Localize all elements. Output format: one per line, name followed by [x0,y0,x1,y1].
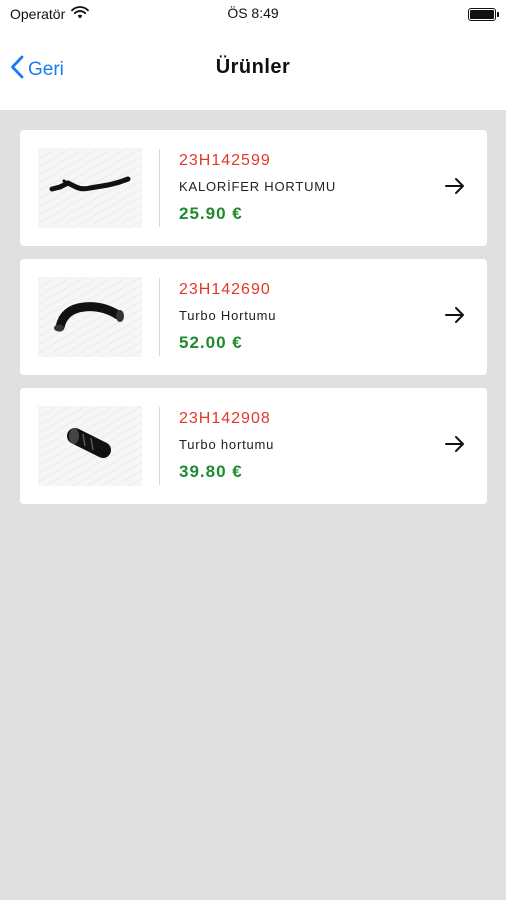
battery-icon [468,7,499,21]
product-thumbnail [38,406,142,486]
arrow-right-icon[interactable] [443,174,467,198]
hose-long-icon [46,171,134,206]
product-code: 23H142908 [179,410,271,427]
product-price: 25.90 € [179,204,243,223]
product-thumbnail [38,148,142,228]
product-name: KALORİFER HORTUMU [179,179,337,194]
arrow-right-icon[interactable] [443,432,467,456]
card-divider [159,407,160,485]
status-time: ÖS 8:49 [227,5,279,21]
hose-curved-icon [50,295,130,340]
card-divider [159,278,160,356]
product-name: Turbo Hortumu [179,308,277,323]
product-name: Turbo hortumu [179,437,275,452]
product-info: 23H142599 KALORİFER HORTUMU 25.90 € [179,152,336,224]
arrow-right-icon[interactable] [443,303,467,327]
product-card[interactable]: 23H142690 Turbo Hortumu 52.00 € [20,259,487,375]
product-card[interactable]: 23H142599 KALORİFER HORTUMU 25.90 € [20,130,487,246]
product-list: 23H142599 KALORİFER HORTUMU 25.90 € 23H1… [20,130,487,504]
page-title: Ürünler [215,56,291,78]
product-card[interactable]: 23H142908 Turbo hortumu 39.80 € [20,388,487,504]
product-price: 52.00 € [179,333,243,352]
product-code: 23H142599 [179,152,271,169]
product-code: 23H142690 [179,281,271,298]
hose-short-icon [65,424,115,469]
product-info: 23H142908 Turbo hortumu 39.80 € [179,410,274,482]
product-info: 23H142690 Turbo Hortumu 52.00 € [179,281,276,353]
status-bar: Operatör ÖS 8:49 [0,0,506,28]
navigation-bar: Geri Ürünler [0,28,506,110]
card-divider [159,149,160,227]
product-thumbnail [38,277,142,357]
product-price: 39.80 € [179,462,243,481]
